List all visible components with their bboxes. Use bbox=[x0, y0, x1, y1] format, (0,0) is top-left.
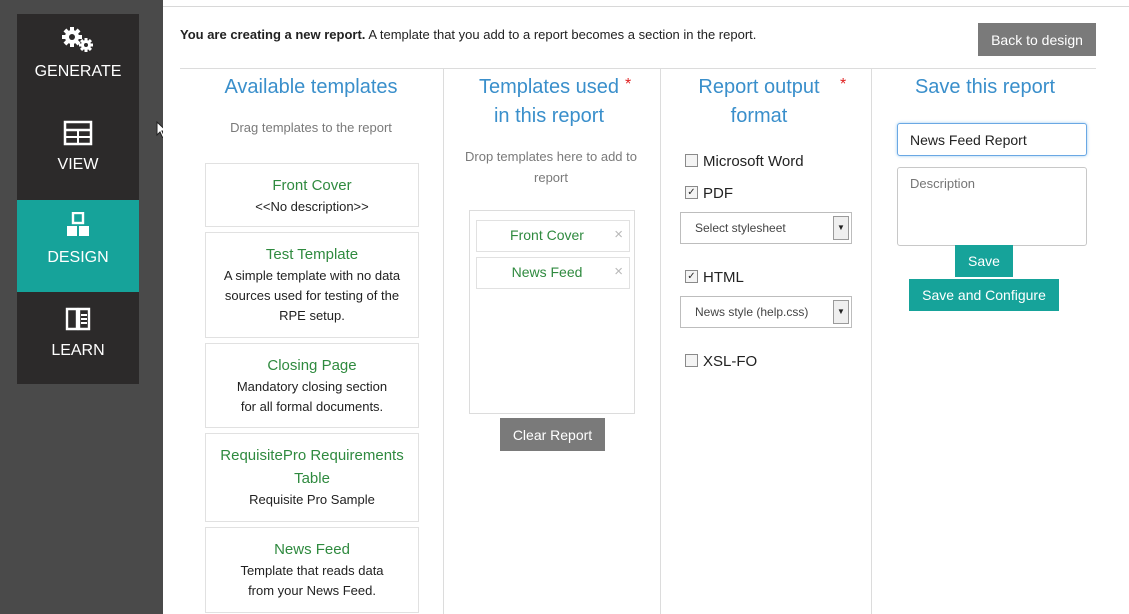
format-label: PDF bbox=[703, 185, 733, 202]
side-nav: GENERATE VIEW DESIGN LEARN bbox=[17, 14, 139, 384]
required-marker: * bbox=[840, 76, 847, 93]
nav-label-generate: GENERATE bbox=[34, 63, 122, 80]
templates-used-title: Templates used in this report bbox=[459, 73, 639, 131]
template-name: Closing Page bbox=[267, 357, 357, 374]
templates-used-title-line2: in this report bbox=[493, 105, 605, 127]
clear-report-button[interactable]: Clear Report bbox=[500, 418, 605, 451]
pdf-checkbox[interactable]: ✓ bbox=[685, 185, 698, 199]
format-label: Microsoft Word bbox=[703, 153, 804, 170]
nav-item-learn[interactable]: LEARN bbox=[17, 292, 139, 384]
html-stylesheet-select[interactable]: News style (help.css) ▼ bbox=[680, 296, 852, 328]
nav-label-view: VIEW bbox=[57, 156, 99, 173]
template-description: A simple template with no data sources u… bbox=[223, 268, 401, 323]
template-description: <<No description>> bbox=[255, 199, 369, 214]
main-content: You are creating a new report. A templat… bbox=[163, 6, 1129, 614]
top-border bbox=[163, 6, 1129, 7]
header-divider bbox=[180, 68, 1096, 69]
column-divider bbox=[660, 68, 661, 614]
word-checkbox[interactable] bbox=[685, 153, 698, 167]
templates-used-title-line1: Templates used bbox=[478, 76, 620, 98]
format-option-xslfo[interactable]: XSL-FO bbox=[685, 353, 757, 373]
back-to-design-button[interactable]: Back to design bbox=[978, 23, 1096, 56]
required-marker: * bbox=[625, 76, 632, 93]
format-label: HTML bbox=[703, 269, 744, 286]
output-format-title-line1: Report output bbox=[698, 76, 820, 98]
template-description: Mandatory closing section for all formal… bbox=[236, 379, 388, 414]
gears-icon bbox=[62, 27, 93, 52]
nav-label-learn: LEARN bbox=[51, 342, 105, 359]
template-description: Requisite Pro Sample bbox=[249, 492, 375, 507]
format-option-word[interactable]: Microsoft Word bbox=[685, 153, 804, 173]
template-card-news-feed[interactable]: News Feed Template that reads data from … bbox=[205, 527, 419, 613]
output-format-title: Report output format bbox=[674, 73, 844, 131]
intro-rest: A template that you add to a report beco… bbox=[365, 27, 757, 42]
available-templates-hint: Drag templates to the report bbox=[230, 120, 392, 135]
format-option-pdf[interactable]: ✓ PDF bbox=[685, 185, 733, 205]
report-section-news-feed[interactable]: News Feed × bbox=[476, 257, 630, 289]
template-card-test-template[interactable]: Test Template A simple template with no … bbox=[205, 232, 419, 338]
template-card-closing-page[interactable]: Closing Page Mandatory closing section f… bbox=[205, 343, 419, 428]
pdf-stylesheet-select[interactable]: Select stylesheet ▼ bbox=[680, 212, 852, 244]
app-window: GENERATE VIEW DESIGN LEARN You are creat… bbox=[0, 0, 1129, 614]
save-and-configure-button[interactable]: Save and Configure bbox=[909, 279, 1059, 311]
chevron-down-icon: ▼ bbox=[833, 300, 849, 324]
nav-item-view[interactable]: VIEW bbox=[17, 106, 139, 198]
format-label: XSL-FO bbox=[703, 353, 758, 370]
nav-label-design: DESIGN bbox=[47, 249, 109, 266]
template-name: News Feed bbox=[274, 541, 350, 558]
column-divider bbox=[443, 68, 444, 614]
column-divider bbox=[871, 68, 872, 614]
table-icon bbox=[63, 120, 93, 146]
intro-text: You are creating a new report. A templat… bbox=[180, 27, 756, 42]
intro-bold: You are creating a new report. bbox=[180, 27, 366, 42]
format-option-html[interactable]: ✓ HTML bbox=[685, 269, 744, 289]
xslfo-checkbox[interactable] bbox=[685, 353, 698, 367]
drop-zone[interactable]: Front Cover × News Feed × bbox=[469, 210, 635, 414]
report-section-label: News Feed bbox=[511, 264, 583, 280]
template-card-front-cover[interactable]: Front Cover <<No description>> bbox=[205, 163, 419, 227]
template-name: Test Template bbox=[265, 246, 359, 263]
template-card-requisitepro[interactable]: RequisitePro Requirements Table Requisit… bbox=[205, 433, 419, 522]
remove-section-icon[interactable]: × bbox=[614, 263, 623, 280]
chevron-down-icon: ▼ bbox=[833, 216, 849, 240]
nav-item-generate[interactable]: GENERATE bbox=[17, 14, 139, 106]
blocks-icon bbox=[67, 212, 89, 236]
report-section-label: Front Cover bbox=[510, 227, 584, 243]
report-section-front-cover[interactable]: Front Cover × bbox=[476, 220, 630, 252]
template-name: RequisitePro Requirements Table bbox=[220, 447, 404, 487]
nav-item-design[interactable]: DESIGN bbox=[17, 200, 139, 292]
save-button[interactable]: Save bbox=[955, 245, 1013, 277]
book-icon bbox=[65, 307, 91, 331]
select-value: News style (help.css) bbox=[695, 305, 809, 319]
template-name: Front Cover bbox=[272, 177, 352, 194]
html-checkbox[interactable]: ✓ bbox=[685, 269, 698, 283]
output-format-title-line2: format bbox=[730, 105, 788, 127]
drop-hint: Drop templates here to add to report bbox=[465, 149, 637, 185]
report-name-input[interactable] bbox=[897, 123, 1087, 156]
template-description: Template that reads data from your News … bbox=[240, 563, 384, 598]
available-templates-title: Available templates bbox=[224, 76, 398, 98]
select-value: Select stylesheet bbox=[695, 221, 786, 235]
remove-section-icon[interactable]: × bbox=[614, 226, 623, 243]
report-description-input[interactable] bbox=[897, 167, 1087, 246]
save-report-title: Save this report bbox=[914, 76, 1056, 98]
